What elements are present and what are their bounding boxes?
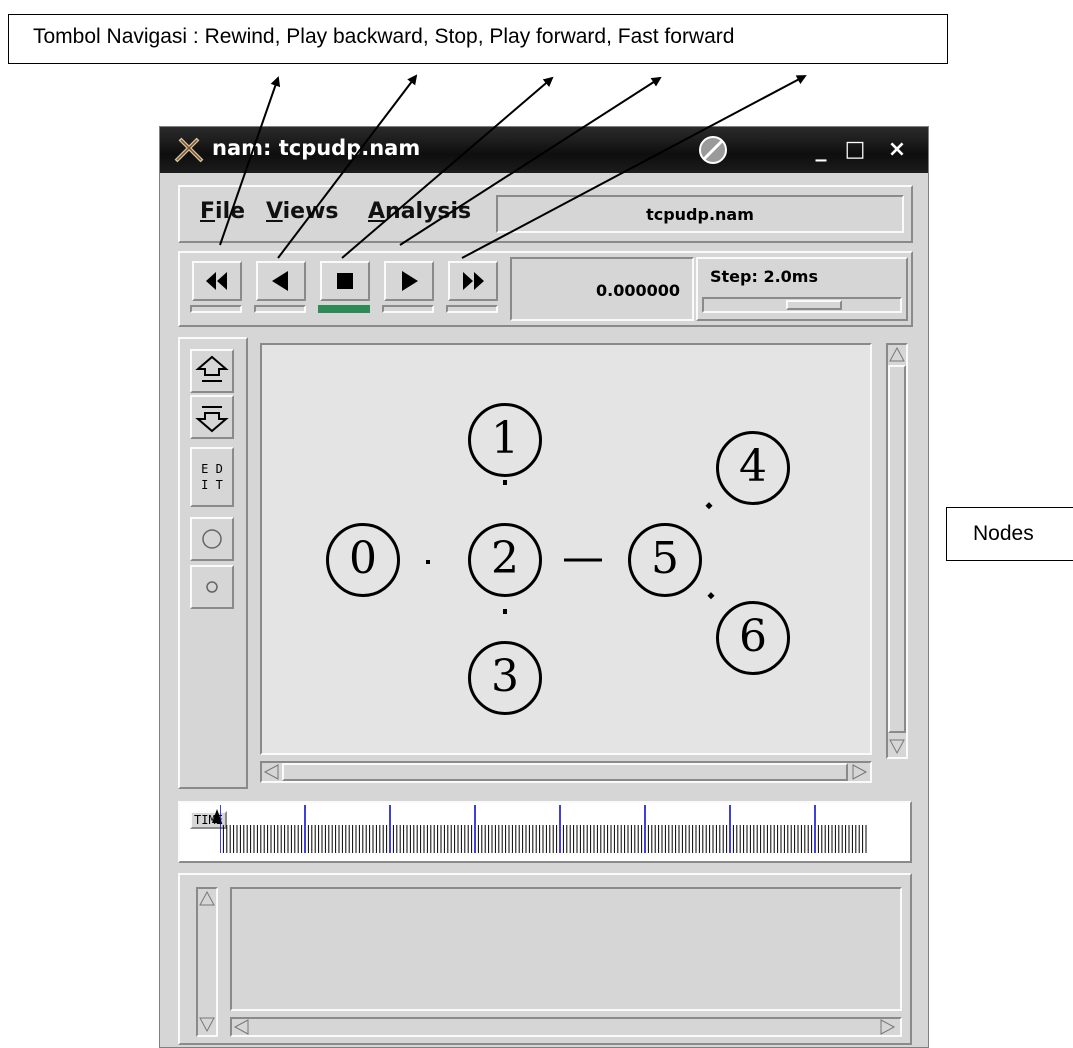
- node-size-large-button[interactable]: [190, 517, 234, 561]
- timeline-ticks: [220, 805, 867, 853]
- annotation-scroll-up-icon[interactable]: [199, 890, 215, 906]
- play-backward-button[interactable]: [256, 261, 306, 301]
- window-title: nam: tcpudp.nam: [212, 136, 421, 160]
- annotation-scroll-left-icon[interactable]: [233, 1019, 249, 1035]
- node-1[interactable]: 1: [468, 403, 542, 477]
- small-circle-icon: [206, 581, 218, 593]
- play-forward-button[interactable]: [384, 261, 434, 301]
- vertical-scroll-thumb[interactable]: [888, 365, 906, 733]
- navigation-annotation: Tombol Navigasi : Rewind, Play backward,…: [8, 14, 948, 64]
- link-2-3: [503, 609, 507, 614]
- rewind-indicator: [190, 305, 242, 313]
- sticky-pin-icon[interactable]: [696, 133, 730, 167]
- annotation-scroll-down-icon[interactable]: [199, 1017, 215, 1033]
- fast-forward-button[interactable]: [448, 261, 498, 301]
- scroll-left-arrow-icon[interactable]: [263, 764, 279, 780]
- canvas-vertical-scrollbar[interactable]: [886, 343, 908, 759]
- annotation-scroll-right-icon[interactable]: [880, 1019, 896, 1035]
- play-backward-indicator: [254, 305, 306, 313]
- node-4[interactable]: 4: [716, 431, 790, 505]
- link-1-2: [503, 480, 507, 485]
- nodes-annotation: Nodes: [946, 507, 1073, 561]
- rewind-button[interactable]: [192, 261, 242, 301]
- node-2[interactable]: 2: [468, 523, 542, 597]
- step-slider-thumb[interactable]: [786, 300, 842, 310]
- menu-views[interactable]: Views: [266, 199, 339, 224]
- edit-label: E D I T: [201, 462, 223, 492]
- stop-icon: [337, 273, 353, 289]
- step-label: Step: 2.0ms: [710, 267, 818, 286]
- large-circle-icon: [202, 529, 222, 549]
- edit-button[interactable]: E D I T: [190, 447, 234, 507]
- zoom-out-icon: [195, 406, 229, 433]
- node-5[interactable]: 5: [628, 523, 702, 597]
- play-forward-icon: [402, 271, 418, 291]
- fast-forward-icon: [463, 272, 484, 290]
- stop-button[interactable]: [320, 261, 370, 301]
- link-0-2: [426, 560, 430, 564]
- scroll-up-arrow-icon[interactable]: [889, 346, 905, 362]
- nam-app-icon: [174, 137, 204, 163]
- annotation-pane: [178, 873, 912, 1045]
- network-canvas[interactable]: 0 1 2 3 4 5 6: [260, 343, 872, 755]
- step-panel: Step: 2.0ms: [696, 257, 908, 321]
- annotation-text-area[interactable]: [230, 887, 902, 1011]
- link-5-4: [705, 502, 713, 510]
- canvas-horizontal-scrollbar[interactable]: [260, 761, 872, 783]
- fast-forward-indicator: [446, 305, 498, 313]
- minimize-button[interactable]: _: [804, 133, 838, 167]
- node-size-small-button[interactable]: [190, 565, 234, 609]
- nodes-annotation-text: Nodes: [973, 522, 1034, 545]
- node-3[interactable]: 3: [468, 641, 542, 715]
- tool-column: E D I T: [178, 337, 248, 789]
- title-bar[interactable]: nam: tcpudp.nam _ □ ×: [160, 127, 928, 173]
- node-0[interactable]: 0: [326, 523, 400, 597]
- playback-toolbar: 0.000000 Step: 2.0ms: [178, 251, 913, 327]
- node-6[interactable]: 6: [716, 601, 790, 675]
- stop-active-indicator: [318, 305, 370, 313]
- play-forward-indicator: [382, 305, 434, 313]
- zoom-out-button[interactable]: [190, 395, 234, 439]
- filename-text: tcpudp.nam: [646, 205, 754, 224]
- menu-analysis[interactable]: Analysis: [368, 199, 471, 224]
- menu-bar: File Views Analysis tcpudp.nam: [178, 185, 913, 243]
- time-display: 0.000000: [510, 257, 694, 321]
- maximize-button[interactable]: □: [838, 133, 872, 167]
- link-5-6: [707, 592, 715, 600]
- annotation-vertical-scrollbar[interactable]: [196, 887, 218, 1037]
- menu-file[interactable]: File: [200, 199, 245, 224]
- horizontal-scroll-thumb[interactable]: [282, 763, 848, 781]
- time-value: 0.000000: [595, 281, 680, 300]
- scroll-right-arrow-icon[interactable]: [852, 764, 868, 780]
- zoom-in-icon: [195, 355, 229, 382]
- close-button[interactable]: ×: [880, 133, 914, 167]
- scroll-down-arrow-icon[interactable]: [889, 739, 905, 755]
- zoom-in-button[interactable]: [190, 349, 234, 393]
- rewind-icon: [206, 272, 227, 290]
- play-backward-icon: [272, 271, 288, 291]
- annotation-horizontal-scrollbar[interactable]: [230, 1017, 902, 1037]
- timeline-panel[interactable]: TIME: [178, 801, 912, 863]
- nam-window: nam: tcpudp.nam _ □ × File Views Analysi…: [159, 126, 929, 1048]
- navigation-annotation-text: Tombol Navigasi : Rewind, Play backward,…: [33, 25, 735, 48]
- step-slider[interactable]: [702, 297, 902, 313]
- filename-field: tcpudp.nam: [496, 195, 904, 233]
